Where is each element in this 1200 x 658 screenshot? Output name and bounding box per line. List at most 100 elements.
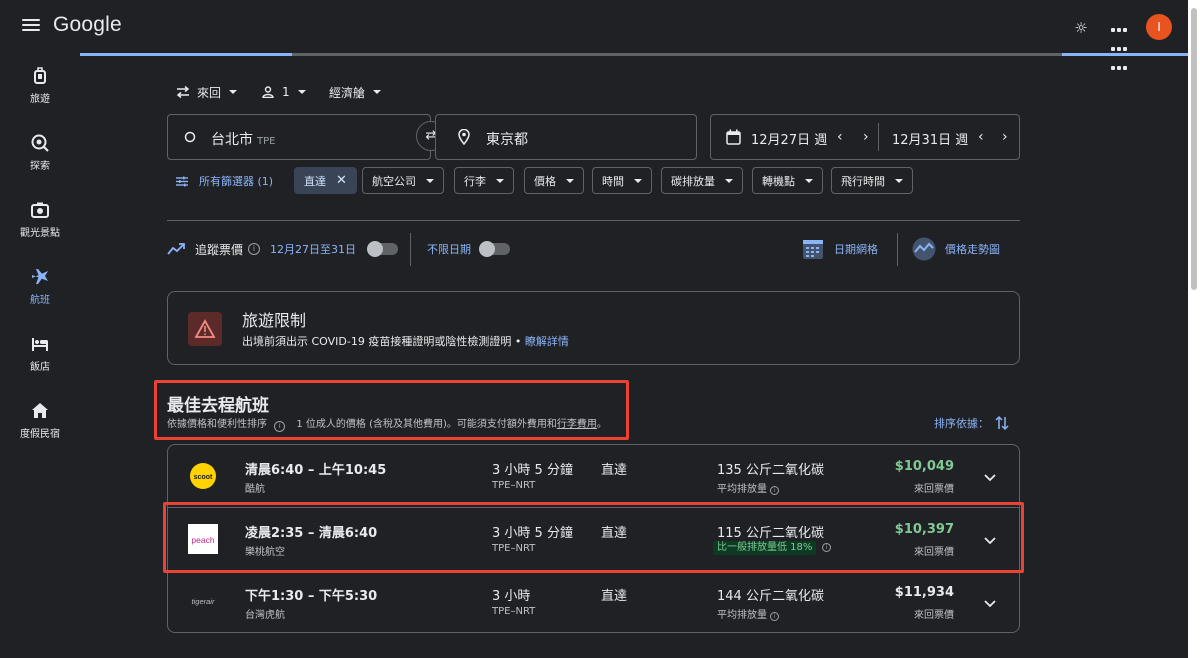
return-prev-icon[interactable]: ‹ bbox=[978, 129, 984, 145]
sidebar-item-label: 旅遊 bbox=[30, 94, 50, 105]
price-graph-icon bbox=[912, 237, 936, 261]
flight-price: $11,934 bbox=[894, 585, 954, 600]
sort-label: 排序依據： bbox=[934, 417, 989, 430]
divider bbox=[167, 220, 1020, 221]
chevron-down-icon[interactable] bbox=[982, 595, 998, 611]
location-pin-icon bbox=[458, 129, 470, 145]
depart-next-icon[interactable]: › bbox=[863, 129, 869, 145]
sort-button[interactable]: 排序依據： bbox=[934, 415, 1009, 431]
close-icon[interactable]: ✕ bbox=[336, 173, 347, 188]
sidebar-item-explore[interactable]: 探索 bbox=[0, 133, 80, 193]
filter-chip-airlines[interactable]: 航空公司 bbox=[362, 167, 444, 194]
any-dates-toggle[interactable] bbox=[479, 241, 510, 257]
emissions-note: 平均排放量 bbox=[717, 610, 767, 621]
date-field[interactable]: 12月27日 週 ‹ › 12月31日 週 ‹ › bbox=[710, 114, 1020, 160]
info-icon[interactable]: i bbox=[770, 612, 780, 621]
section-title: 最佳去程航班 bbox=[167, 396, 269, 416]
svg-text:tigerair: tigerair bbox=[192, 597, 215, 606]
top-bar: Google ☼ I bbox=[0, 0, 1188, 70]
flight-icon bbox=[32, 269, 48, 284]
sidebar-item-flights[interactable]: 航班 bbox=[0, 267, 80, 327]
scrollbar[interactable] bbox=[1188, 0, 1200, 658]
airline-name: 台灣虎航 bbox=[245, 610, 285, 621]
price-note: 1 位成人的價格 (含稅及其他費用)。可能須支付額外費用和 bbox=[296, 419, 557, 430]
menu-icon[interactable] bbox=[20, 16, 42, 38]
scrollbar-thumb[interactable] bbox=[1191, 8, 1197, 290]
sidebar-item-travel[interactable]: 旅遊 bbox=[0, 66, 80, 126]
all-filters-label: 所有篩選器 (1) bbox=[199, 175, 274, 188]
depart-date[interactable]: 12月27日 週 bbox=[751, 129, 827, 148]
any-dates-label: 不限日期 bbox=[427, 243, 471, 256]
track-dates-toggle[interactable] bbox=[367, 241, 399, 257]
passengers-select[interactable]: 1 bbox=[262, 84, 306, 100]
filter-chip-emissions[interactable]: 碳排放量 bbox=[661, 167, 743, 194]
home-icon bbox=[32, 403, 48, 418]
flight-duration: 3 小時 bbox=[492, 589, 531, 604]
date-grid-label: 日期網格 bbox=[834, 243, 878, 256]
apps-icon[interactable] bbox=[1110, 18, 1128, 70]
sidebar-item-label: 度假民宿 bbox=[20, 429, 60, 440]
sidebar-item-label: 航班 bbox=[30, 295, 50, 306]
flight-row[interactable]: scoot 清晨6:40 – 上午10:45 酷航 3 小時 5 分鐘 TPE–… bbox=[168, 445, 1019, 507]
filter-chip-nonstop[interactable]: 直達 ✕ bbox=[294, 167, 357, 194]
flight-duration: 3 小時 5 分鐘 bbox=[492, 463, 573, 478]
price-graph-button[interactable]: 價格走勢圖 bbox=[912, 237, 1000, 261]
circle-icon bbox=[184, 131, 196, 143]
filter-chip-label: 直達 bbox=[304, 174, 326, 188]
sidebar-item-vacation-rentals[interactable]: 度假民宿 bbox=[0, 401, 80, 461]
travel-restriction-card: 旅遊限制 出境前須出示 COVID-19 疫苗接種證明或陰性檢測證明 • 瞭解詳… bbox=[167, 291, 1020, 365]
filter-chip-times[interactable]: 時間 bbox=[592, 167, 652, 194]
hotel-icon bbox=[32, 338, 48, 351]
filter-chip-price[interactable]: 價格 bbox=[524, 167, 584, 194]
trip-type-label: 來回 bbox=[197, 85, 222, 100]
baggage-fees-link[interactable]: 行李費用 bbox=[557, 419, 597, 430]
person-icon bbox=[262, 86, 274, 98]
flight-row[interactable]: tigerair 下午1:30 – 下午5:30 台灣虎航 3 小時 TPE–N… bbox=[168, 571, 1019, 633]
sidebar-item-label: 觀光景點 bbox=[20, 228, 60, 239]
trending-icon bbox=[167, 243, 185, 255]
learn-more-link[interactable]: 瞭解詳情 bbox=[525, 335, 569, 348]
filter-chip-connecting[interactable]: 轉機點 bbox=[752, 167, 823, 194]
date-grid-button[interactable]: 日期網格 bbox=[802, 240, 878, 259]
destination-field[interactable]: 東京都 bbox=[435, 114, 697, 160]
sidebar-item-attractions[interactable]: 觀光景點 bbox=[0, 200, 80, 260]
cabin-class-select[interactable]: 經濟艙 bbox=[329, 84, 382, 100]
info-icon[interactable]: i bbox=[274, 421, 286, 432]
flight-stops: 直達 bbox=[601, 463, 628, 478]
origin-code: TPE bbox=[257, 136, 276, 147]
filter-chip-duration[interactable]: 飛行時間 bbox=[831, 167, 913, 194]
track-prices-label: 追蹤票價 bbox=[195, 242, 244, 257]
price-note: 來回票價 bbox=[914, 484, 954, 495]
warning-icon bbox=[194, 319, 216, 338]
return-date[interactable]: 12月31日 週 bbox=[892, 129, 968, 148]
avatar[interactable]: I bbox=[1146, 14, 1172, 40]
all-filters-button[interactable]: 所有篩選器 (1) bbox=[176, 173, 273, 189]
svg-text:scoot: scoot bbox=[194, 474, 213, 481]
sidebar-item-label: 探索 bbox=[30, 161, 50, 172]
price-graph-label: 價格走勢圖 bbox=[945, 243, 1000, 256]
emissions-note: 平均排放量 bbox=[717, 484, 767, 495]
google-logo[interactable]: Google bbox=[53, 13, 122, 37]
scoot-logo: scoot bbox=[190, 463, 216, 489]
depart-prev-icon[interactable]: ‹ bbox=[837, 129, 843, 145]
track-prices: 追蹤票價 i 12月27日至31日 bbox=[167, 240, 399, 258]
flight-stops: 直達 bbox=[601, 589, 628, 604]
price-note: 來回票價 bbox=[914, 610, 954, 621]
sidebar-item-label: 飯店 bbox=[30, 362, 50, 373]
flight-route: TPE–NRT bbox=[492, 606, 536, 617]
sort-note: 依據價格和便利性排序 bbox=[167, 419, 267, 430]
chevron-down-icon[interactable] bbox=[982, 469, 998, 485]
airline-name: 酷航 bbox=[245, 484, 265, 495]
origin-field[interactable]: 台北市 TPE bbox=[167, 114, 431, 160]
sidebar-item-hotels[interactable]: 飯店 bbox=[0, 334, 80, 394]
track-date-range: 12月27日至31日 bbox=[270, 243, 357, 256]
return-next-icon[interactable]: › bbox=[1002, 129, 1008, 145]
theme-icon[interactable]: ☼ bbox=[1072, 19, 1090, 37]
flight-price: $10,049 bbox=[894, 459, 954, 474]
loading-bar bbox=[80, 53, 1188, 56]
info-icon[interactable]: i bbox=[770, 486, 780, 495]
trip-type-select[interactable]: 來回 bbox=[176, 84, 238, 100]
flight-times: 下午1:30 – 下午5:30 bbox=[245, 589, 378, 604]
info-icon[interactable]: i bbox=[248, 243, 261, 255]
filter-chip-bags[interactable]: 行李 bbox=[454, 167, 514, 194]
